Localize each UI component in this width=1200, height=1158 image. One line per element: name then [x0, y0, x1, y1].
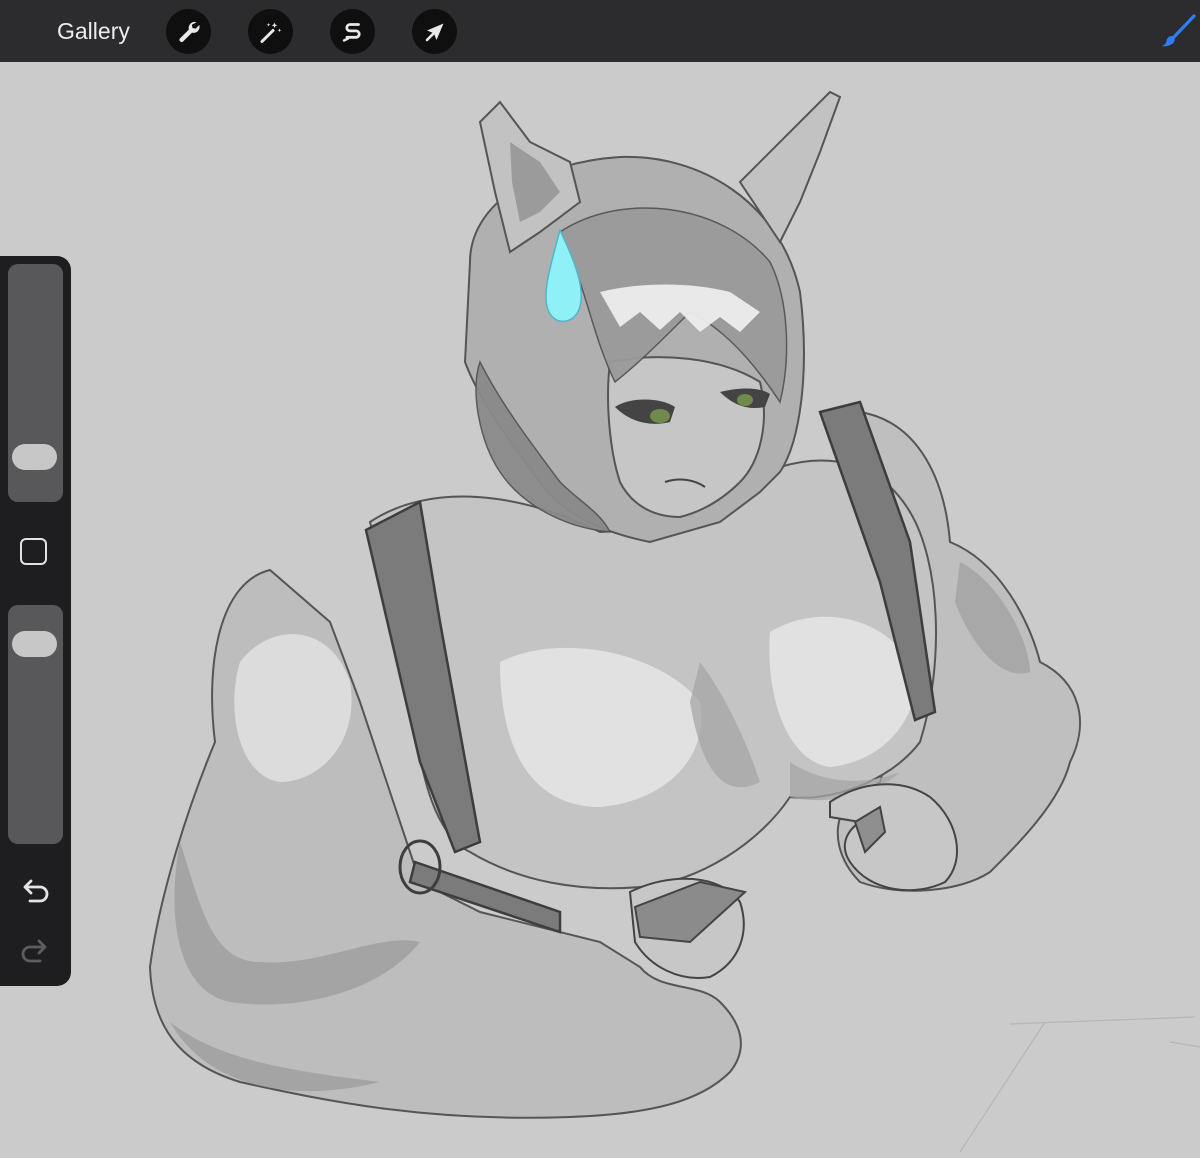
undo-button[interactable] — [18, 876, 52, 906]
gallery-button[interactable]: Gallery — [57, 16, 130, 46]
artwork-sketch — [148, 90, 1200, 1153]
modify-button[interactable] — [20, 538, 47, 565]
wrench-icon — [176, 19, 202, 45]
brush-opacity-thumb[interactable] — [12, 631, 57, 657]
brush-size-thumb[interactable] — [12, 444, 57, 470]
transform-button[interactable] — [412, 9, 457, 54]
adjustments-button[interactable] — [248, 9, 293, 54]
top-toolbar: Gallery — [0, 0, 1200, 62]
arrow-cursor-icon — [422, 19, 448, 45]
paintbrush-icon — [1157, 12, 1197, 52]
magic-wand-icon — [258, 19, 284, 45]
redo-button[interactable] — [18, 936, 52, 966]
brush-tool-button[interactable] — [1154, 9, 1200, 55]
redo-arrow-icon — [18, 936, 52, 966]
left-sidebar — [0, 256, 71, 986]
brush-size-slider[interactable] — [8, 264, 63, 502]
brush-opacity-slider[interactable] — [8, 605, 63, 844]
left-fist — [628, 877, 748, 979]
selection-s-icon — [340, 19, 366, 45]
drawing-canvas[interactable] — [0, 62, 1200, 1158]
selection-button[interactable] — [330, 9, 375, 54]
actions-button[interactable] — [166, 9, 211, 54]
undo-arrow-icon — [18, 876, 52, 906]
procreate-app: Gallery — [0, 0, 1200, 1158]
background-sketch-lines — [959, 1016, 1200, 1153]
